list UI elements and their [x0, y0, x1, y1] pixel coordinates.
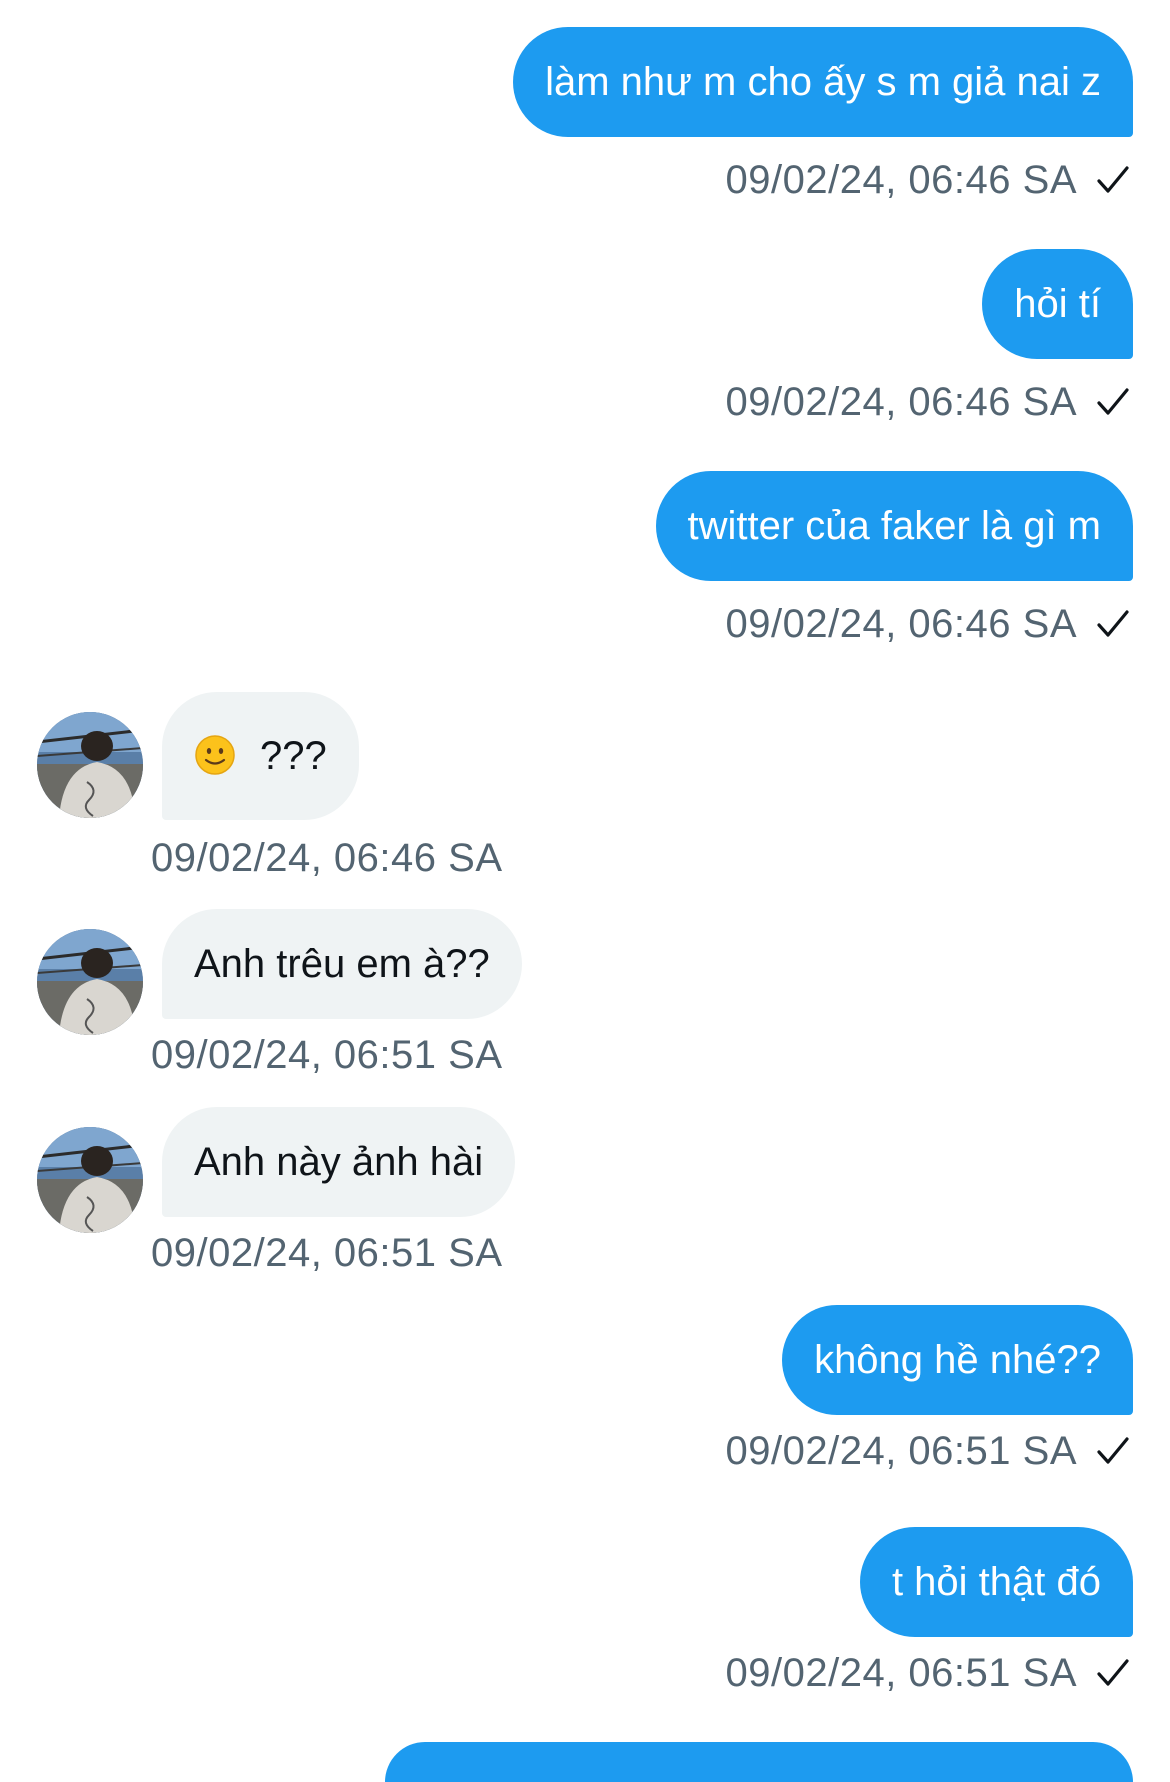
message-text: làm như m cho ấy s m giả nai z [545, 60, 1101, 104]
message-meta: 09/02/24, 06:46 SA [151, 833, 503, 883]
message-bubble[interactable]: Anh trêu em à?? [162, 909, 522, 1019]
message-timestamp: 09/02/24, 06:51 SA [151, 1032, 503, 1077]
message-meta: 09/02/24, 06:51 SA [151, 1030, 503, 1080]
check-icon [1093, 1653, 1133, 1693]
avatar[interactable] [37, 929, 143, 1035]
avatar[interactable] [37, 1127, 143, 1233]
message-bubble[interactable]: không hề nhé?? [782, 1305, 1133, 1415]
message-meta: 09/02/24, 06:46 SA [726, 155, 1134, 205]
check-icon [1093, 1431, 1133, 1471]
check-icon [1093, 382, 1133, 422]
message-meta: 09/02/24, 06:51 SA [726, 1426, 1134, 1476]
message-text: t hỏi thật đó [891, 1560, 1101, 1604]
message-bubble[interactable]: làm như m cho ấy s m giả nai z [513, 27, 1133, 137]
message-text: ??? [260, 734, 327, 778]
message-bubble[interactable]: t hỏi thật đó [859, 1527, 1133, 1637]
message-timestamp: 09/02/24, 06:51 SA [151, 1230, 503, 1275]
message-meta: 09/02/24, 06:51 SA [151, 1228, 503, 1278]
message-bubble-partial[interactable] [385, 1742, 1133, 1782]
message-meta: 09/02/24, 06:46 SA [726, 599, 1134, 649]
slightly-smiling-face-icon [194, 734, 236, 776]
message-thread: làm như m cho ấy s m giả nai z 09/02/24,… [0, 0, 1170, 1782]
message-meta: 09/02/24, 06:46 SA [726, 377, 1134, 427]
check-icon [1093, 604, 1133, 644]
message-text: Anh trêu em à?? [194, 942, 490, 986]
message-bubble[interactable]: ??? [162, 692, 359, 820]
message-text: hỏi tí [1014, 282, 1101, 326]
message-timestamp: 09/02/24, 06:46 SA [151, 835, 503, 880]
message-meta: 09/02/24, 06:51 SA [726, 1648, 1134, 1698]
message-timestamp: 09/02/24, 06:46 SA [725, 601, 1077, 646]
message-bubble[interactable]: twitter của faker là gì m [655, 471, 1133, 581]
message-timestamp: 09/02/24, 06:51 SA [725, 1428, 1077, 1473]
message-bubble[interactable]: hỏi tí [982, 249, 1133, 359]
avatar[interactable] [37, 712, 143, 818]
message-timestamp: 09/02/24, 06:46 SA [725, 379, 1077, 424]
message-text: twitter của faker là gì m [687, 504, 1101, 548]
message-timestamp: 09/02/24, 06:51 SA [725, 1650, 1077, 1695]
message-text: Anh này ảnh hài [194, 1140, 484, 1184]
message-text: không hề nhé?? [814, 1338, 1101, 1382]
check-icon [1093, 160, 1133, 200]
message-timestamp: 09/02/24, 06:46 SA [725, 157, 1077, 202]
message-bubble[interactable]: Anh này ảnh hài [162, 1107, 516, 1217]
